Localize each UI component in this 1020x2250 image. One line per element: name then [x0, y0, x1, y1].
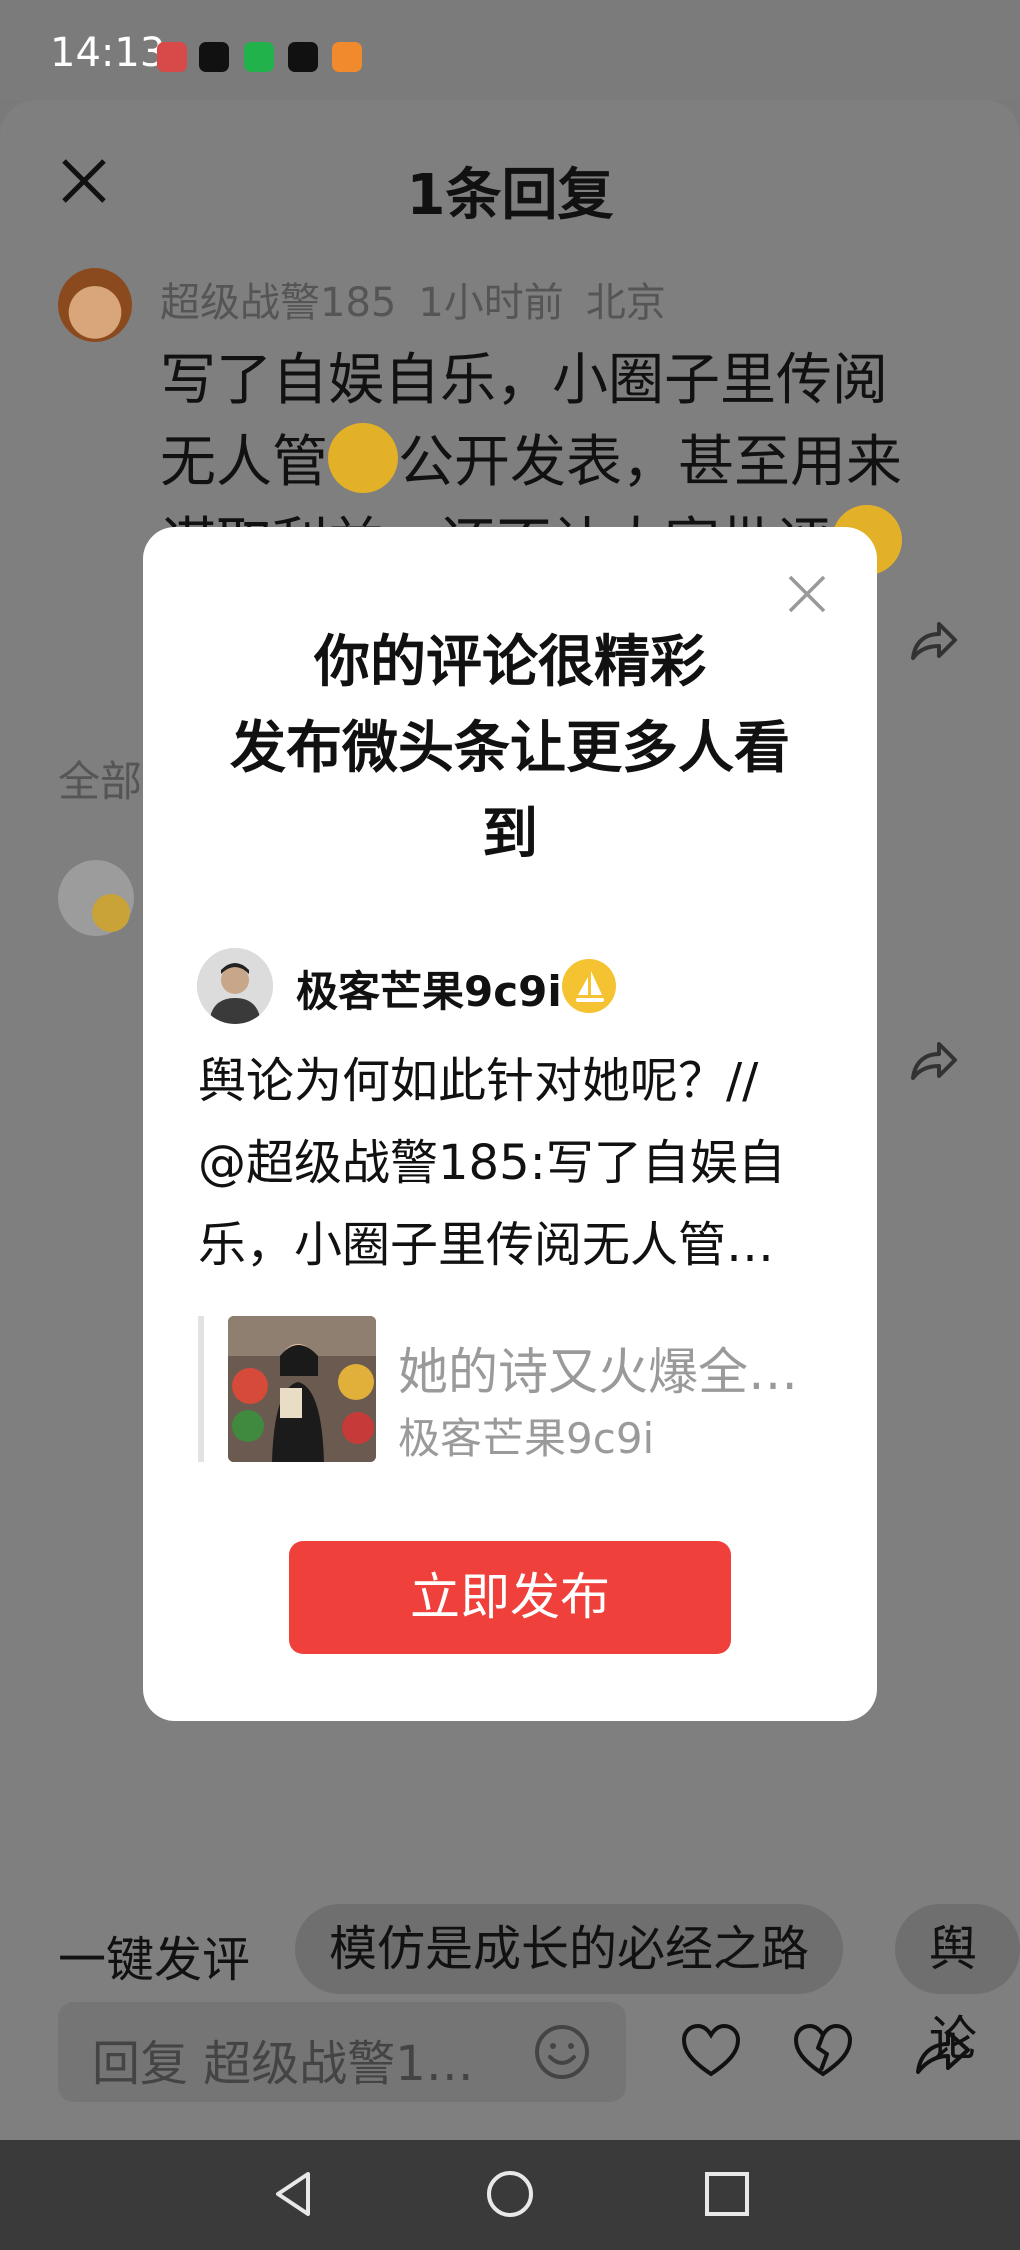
dialog-title-line: 到	[482, 802, 538, 867]
comment-meta: 超级战警185 1小时前 北京	[160, 270, 688, 328]
article-photo-icon	[228, 1316, 376, 1462]
share-icon[interactable]	[910, 2020, 976, 2082]
recents-nav-icon[interactable]	[697, 2164, 757, 2224]
share-icon[interactable]	[905, 612, 961, 668]
dislike-broken-heart-icon[interactable]	[792, 2022, 854, 2080]
system-status-icons	[680, 40, 980, 74]
post-line: @超级战警185:写了自娱自	[198, 1135, 786, 1191]
comment-line: 无人管 公开发表，甚至用来	[160, 422, 980, 504]
comment-location: 北京	[585, 280, 666, 326]
quote-divider	[198, 1316, 204, 1462]
verified-badge-icon	[562, 959, 616, 1013]
comment-line: 写了自娱自乐，小圈子里传阅	[160, 348, 888, 413]
suggestion-chip[interactable]: 舆论	[895, 1904, 1020, 2067]
dialog-title-line: 你的评论很精彩	[314, 630, 706, 695]
post-line: 乐，小圈子里传阅无人管…	[198, 1217, 775, 1273]
shop-app-icon	[157, 42, 187, 72]
comment-fragment: 公开发表，甚至用来	[398, 430, 902, 495]
quoted-article-title: 她的诗又火爆全…	[398, 1343, 798, 1401]
reply-placeholder: 回复 超级战警1…	[92, 2036, 474, 2092]
home-nav-icon[interactable]	[480, 2164, 540, 2224]
quoted-article-author: 极客芒果9c9i	[398, 1414, 655, 1463]
publish-now-button[interactable]: 立即发布	[289, 1541, 731, 1654]
comment-time: 1小时前	[418, 280, 564, 326]
quick-comment-button[interactable]: 一键发评	[58, 1920, 250, 1990]
quoted-article-thumbnail	[228, 1316, 376, 1462]
laughing-crying-emoji-icon	[328, 423, 398, 493]
like-heart-icon[interactable]	[680, 2022, 742, 2080]
dialog-post-text: 舆论为何如此针对她呢？// @超级战警185:写了自娱自 乐，小圈子里传阅无人管…	[198, 1040, 818, 1286]
tiktok-lite-icon	[288, 42, 318, 72]
avatar[interactable]	[58, 268, 132, 342]
share-icon[interactable]	[905, 1032, 961, 1088]
comment-author[interactable]: 超级战警185	[160, 280, 396, 326]
tiktok-icon	[199, 42, 229, 72]
post-line: 舆论为何如此针对她呢？//	[198, 1053, 759, 1109]
suggestion-chip[interactable]: 模仿是成长的必经之路	[295, 1904, 844, 1994]
dialog-close-icon[interactable]	[785, 572, 829, 616]
app-notification-icon	[332, 42, 362, 72]
back-nav-icon[interactable]	[264, 2164, 324, 2224]
dialog-title: 你的评论很精彩 发布微头条让更多人看 到	[143, 620, 877, 878]
all-replies-label[interactable]: 全部	[58, 748, 142, 809]
verified-badge-icon	[92, 894, 130, 932]
dialog-title-line: 发布微头条让更多人看	[230, 716, 790, 781]
user-photo-icon	[197, 948, 273, 1024]
comment-fragment: 无人管	[160, 430, 328, 495]
emoji-picker-icon[interactable]	[533, 2023, 591, 2081]
dialog-username: 极客芒果9c9i	[296, 967, 562, 1016]
sheet-title: 1条回复	[406, 163, 614, 228]
wechat-icon	[244, 42, 274, 72]
status-time: 14:13	[50, 30, 166, 76]
avatar	[197, 948, 273, 1024]
